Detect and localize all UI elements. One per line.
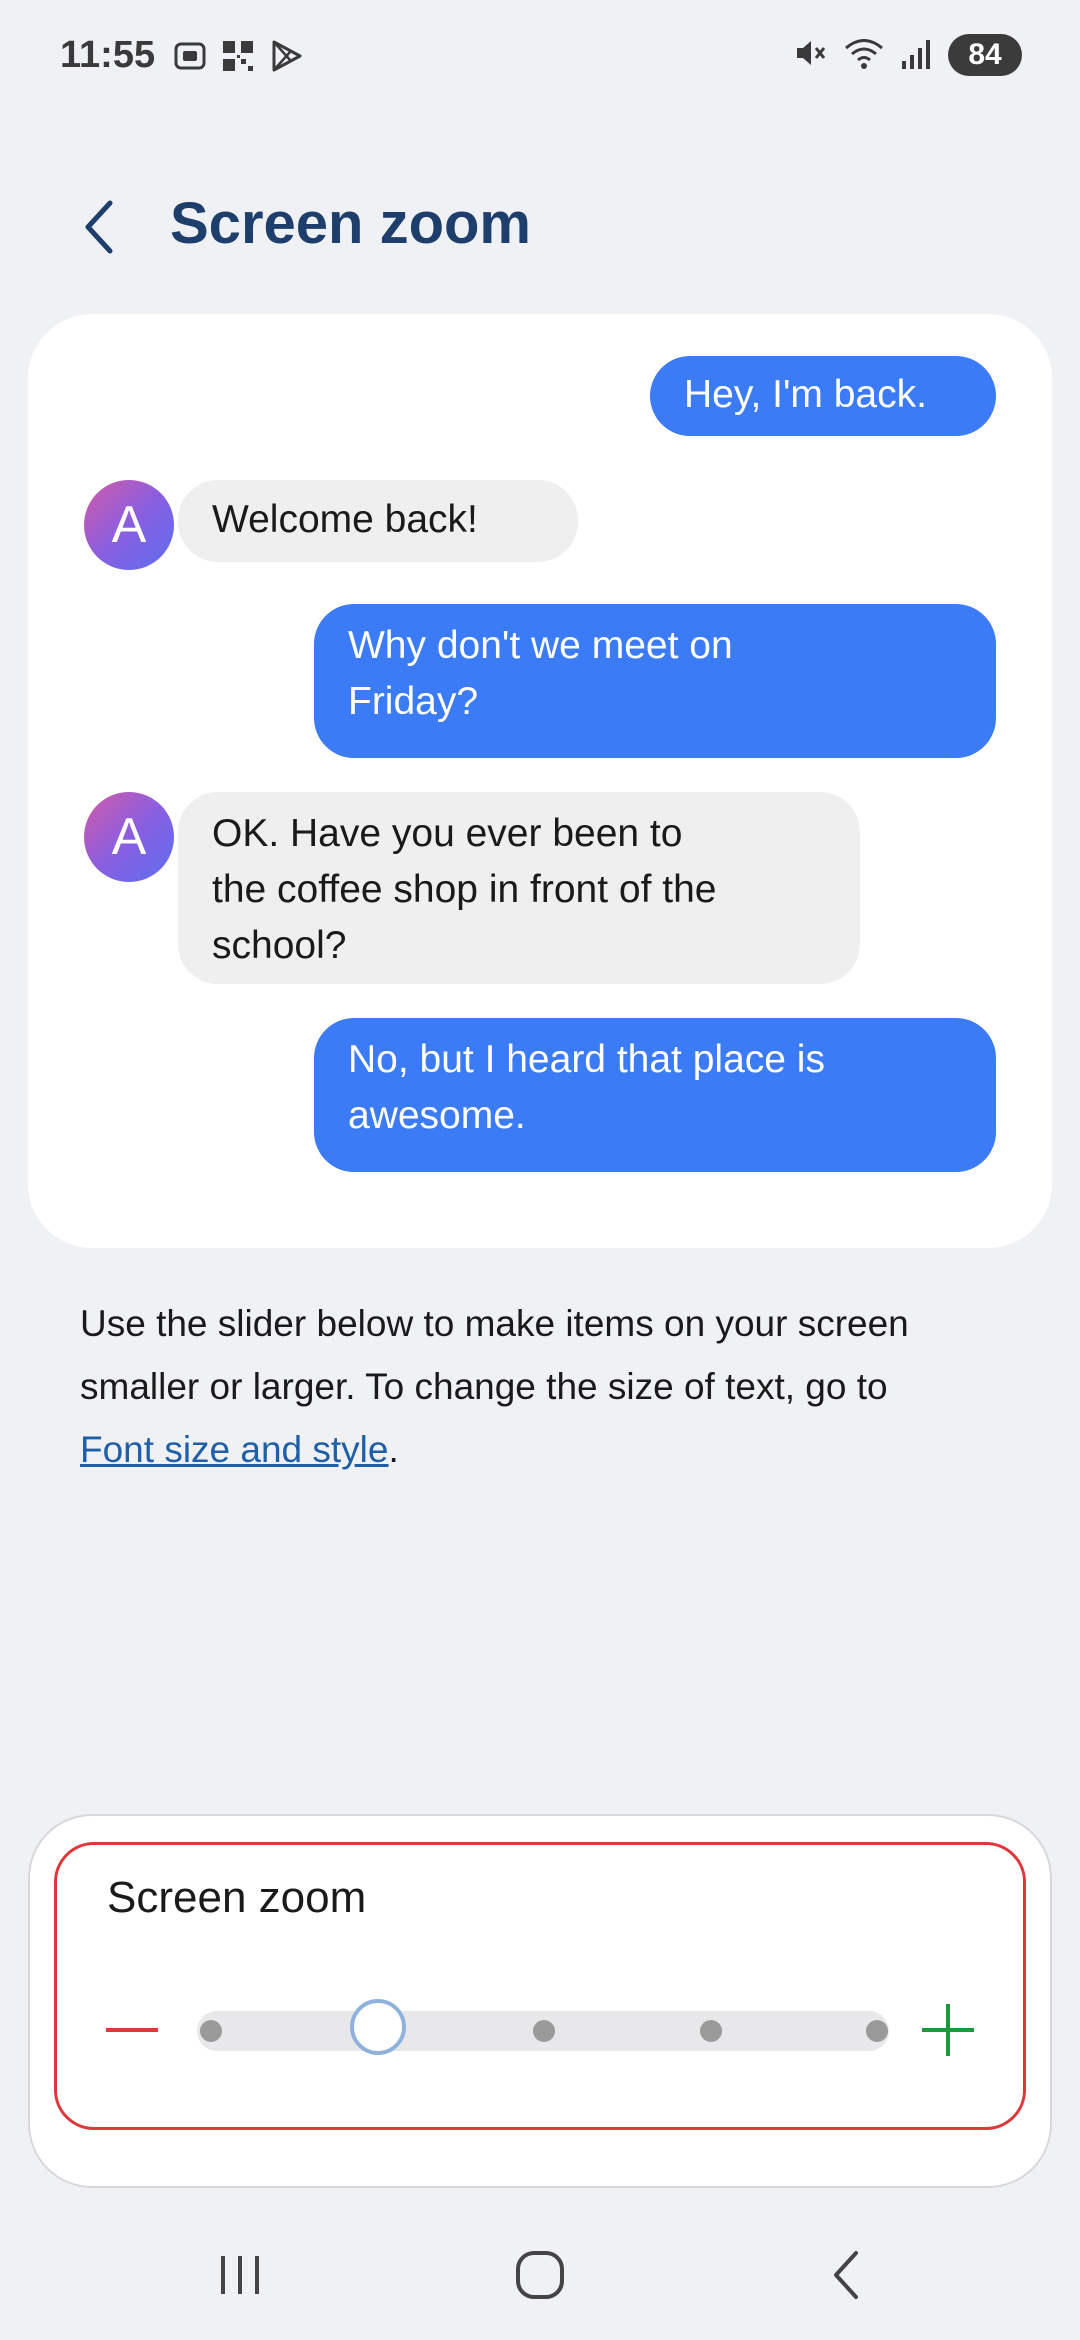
status-bar: 11:55 84 <box>0 0 1080 110</box>
bubble-line: OK. Have you ever been to <box>212 812 683 855</box>
description-line: Use the slider below to make items on yo… <box>80 1303 909 1344</box>
chevron-left-icon <box>85 200 113 254</box>
minus-icon <box>106 2028 158 2032</box>
description-line: smaller or larger. To change the size of… <box>80 1366 888 1407</box>
header: Screen zoom <box>0 170 1080 280</box>
wifi-icon <box>842 35 886 76</box>
preview-card: Hey, I'm back. A Welcome back! Why don't… <box>28 314 1052 1248</box>
zoom-control: Screen zoom <box>54 1842 1026 2130</box>
page-title: Screen zoom <box>170 191 531 256</box>
signal-icon <box>900 35 934 76</box>
zoom-in-button[interactable] <box>913 1995 983 2065</box>
navigation-bar <box>0 2220 1080 2330</box>
bubble-text: Welcome back! <box>212 498 478 541</box>
description-text: Use the slider below to make items on yo… <box>80 1292 1020 1481</box>
zoom-card: Screen zoom <box>28 1814 1052 2188</box>
chat-bubble-sent: No, but I heard that place is awesome. <box>314 1018 996 1172</box>
chat-bubble-sent: Hey, I'm back. <box>650 356 996 436</box>
slider-thumb[interactable] <box>349 1999 406 2055</box>
avatar: A <box>84 480 174 570</box>
zoom-title: Screen zoom <box>107 1873 367 1922</box>
home-button[interactable] <box>490 2240 590 2310</box>
bubble-line: the coffee shop in front of the <box>212 868 717 911</box>
bubble-line: awesome. <box>348 1094 526 1137</box>
bubble-text: Hey, I'm back. <box>684 373 927 416</box>
bubble-line: No, but I heard that place is <box>348 1038 825 1081</box>
status-right-icons: 84 <box>792 34 1022 76</box>
back-nav-button[interactable] <box>796 2240 896 2310</box>
slider-step-dot <box>866 2020 888 2042</box>
qr-icon <box>220 38 256 79</box>
status-time: 11:55 <box>60 34 156 76</box>
slider-step-dot <box>699 2020 722 2042</box>
back-icon <box>834 2251 858 2299</box>
description-suffix: . <box>388 1429 399 1470</box>
avatar-letter: A <box>111 808 147 866</box>
back-button[interactable] <box>60 192 140 262</box>
home-icon <box>516 2251 564 2299</box>
screenshot-icon <box>172 38 208 79</box>
font-size-and-style-link[interactable]: Font size and style <box>80 1429 388 1470</box>
bubble-line: Why don't we meet on <box>348 624 733 667</box>
bubble-line: Friday? <box>348 680 479 723</box>
zoom-slider[interactable] <box>197 1999 889 2055</box>
chat-bubble-received: OK. Have you ever been to the coffee sho… <box>178 792 860 984</box>
description-line: Font size and style. <box>80 1418 1020 1481</box>
chat-bubble-received: Welcome back! <box>178 480 578 562</box>
bubble-line: school? <box>212 924 347 967</box>
slider-step-dot <box>533 2020 555 2042</box>
battery-level: 84 <box>968 38 1002 71</box>
plus-icon <box>922 2004 974 2056</box>
play-store-icon <box>268 38 304 79</box>
avatar-letter: A <box>111 496 147 554</box>
zoom-out-button[interactable] <box>97 2000 167 2060</box>
status-left-icons <box>172 38 304 79</box>
chat-bubble-sent: Why don't we meet on Friday? <box>314 604 996 758</box>
battery-icon: 84 <box>948 34 1022 76</box>
slider-step-dot <box>200 2020 222 2042</box>
recent-apps-icon <box>221 2256 259 2294</box>
avatar: A <box>84 792 174 882</box>
mute-icon <box>792 35 828 76</box>
recent-apps-button[interactable] <box>190 2240 290 2310</box>
